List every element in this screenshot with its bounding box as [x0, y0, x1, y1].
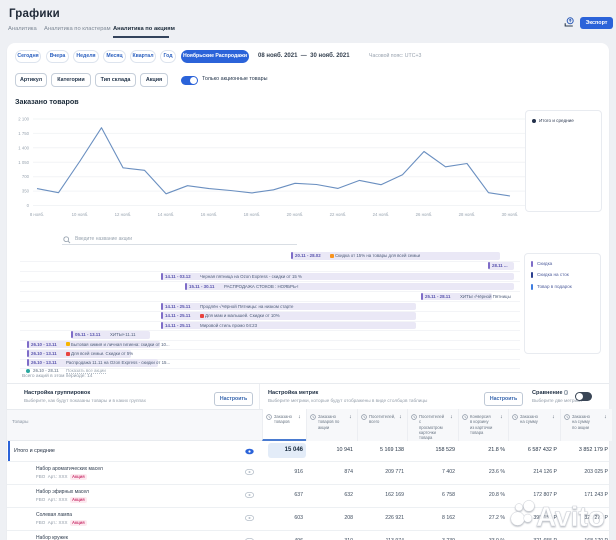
svg-text:Avito: Avito	[536, 501, 605, 532]
svg-text:1 750: 1 750	[18, 131, 29, 136]
svg-text:22 нояб.: 22 нояб.	[330, 212, 347, 217]
svg-text:14 нояб.: 14 нояб.	[158, 212, 175, 217]
svg-text:24 нояб.: 24 нояб.	[373, 212, 390, 217]
svg-text:18 нояб.: 18 нояб.	[244, 212, 261, 217]
svg-text:12 нояб.: 12 нояб.	[115, 212, 132, 217]
svg-text:2 100: 2 100	[18, 117, 29, 122]
svg-text:0: 0	[27, 203, 30, 208]
svg-text:350: 350	[22, 189, 30, 194]
svg-text:700: 700	[22, 174, 30, 179]
svg-text:1 400: 1 400	[18, 145, 29, 150]
svg-text:30 нояб.: 30 нояб.	[502, 212, 519, 217]
svg-text:26 нояб.: 26 нояб.	[416, 212, 433, 217]
svg-text:1 050: 1 050	[18, 160, 29, 165]
svg-text:28 нояб.: 28 нояб.	[459, 212, 476, 217]
svg-text:10 нояб.: 10 нояб.	[72, 212, 89, 217]
svg-text:20 нояб.: 20 нояб.	[287, 212, 304, 217]
svg-text:16 нояб.: 16 нояб.	[201, 212, 218, 217]
svg-text:8 нояб.: 8 нояб.	[30, 212, 44, 217]
